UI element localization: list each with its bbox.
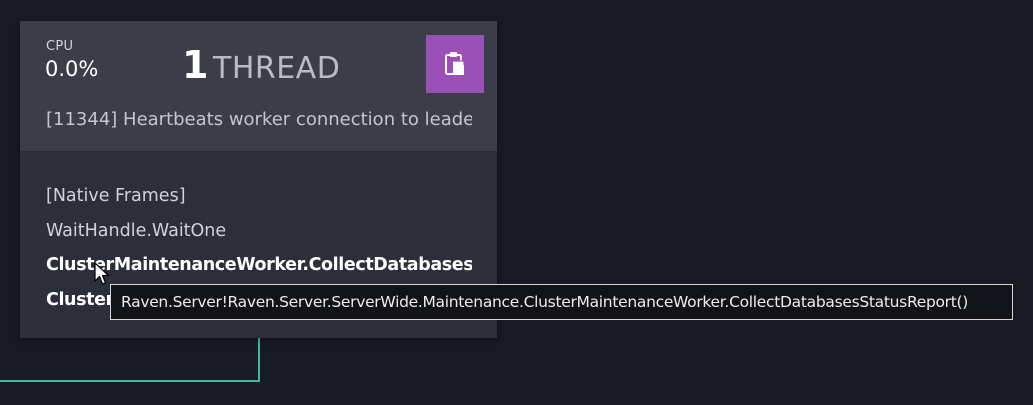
thread-graph-canvas: CPU 0.0% 1 THREAD [11344] Heartbeats wor…: [0, 0, 1033, 405]
connector-line: [258, 338, 260, 382]
cpu-value: 0.0%: [45, 57, 99, 81]
stack-frame[interactable]: [Native Frames]: [46, 179, 472, 214]
clipboard-copy-icon: [445, 52, 465, 75]
copy-stack-button[interactable]: [426, 35, 484, 93]
thread-card-header: CPU 0.0% 1 THREAD [11344] Heartbeats wor…: [20, 21, 497, 151]
thread-name: [11344] Heartbeats worker connection to …: [46, 109, 472, 130]
stack-frame[interactable]: WaitHandle.WaitOne: [46, 214, 472, 249]
mouse-cursor-icon: [94, 262, 110, 285]
thread-count-label: THREAD: [213, 51, 341, 86]
frame-tooltip: Raven.Server!Raven.Server.ServerWide.Mai…: [110, 284, 1013, 320]
cpu-label: CPU: [46, 39, 74, 54]
connector-line: [0, 380, 260, 382]
thread-count: 1: [182, 43, 209, 87]
